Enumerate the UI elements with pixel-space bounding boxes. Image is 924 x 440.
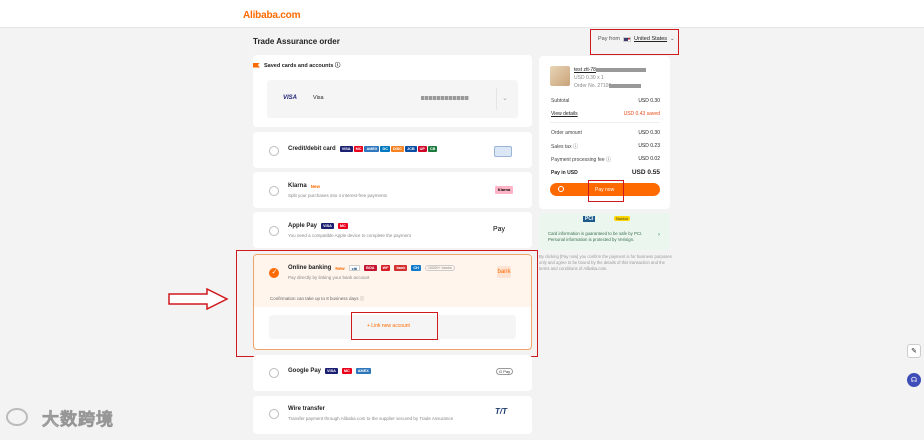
pay-in-label: Pay in USD xyxy=(551,170,578,176)
saved-card-name: Visa xyxy=(313,95,324,101)
redacted-block xyxy=(609,84,641,88)
new-badge: New xyxy=(310,183,320,189)
radio-credit-card[interactable] xyxy=(269,146,279,156)
radio-klarna[interactable] xyxy=(269,186,279,196)
feedback-icon[interactable]: ✎ xyxy=(907,344,921,358)
method-title-text: Apple Pay xyxy=(288,223,318,229)
masked-card-number xyxy=(421,96,469,100)
amex-icon: AMEX xyxy=(355,368,371,374)
visa-logo-icon: VISA xyxy=(283,95,298,101)
saved-visa-card[interactable] xyxy=(267,80,518,118)
pay-in-value: USD 0.55 xyxy=(631,169,660,176)
visa-icon: VISA xyxy=(325,368,338,374)
discover-icon: DISC xyxy=(390,146,405,152)
sales-tax-label: Sales tax ⓘ xyxy=(551,144,578,150)
method-title: Wire transfer xyxy=(288,406,325,412)
page-title: Trade Assurance order xyxy=(253,37,340,46)
processing-fee-label: Payment processing fee ⓘ xyxy=(551,157,612,163)
processing-fee-value: USD 0.02 xyxy=(638,156,660,162)
mastercard-icon: MC xyxy=(341,368,352,374)
payment-method-wire-transfer[interactable] xyxy=(253,396,532,434)
radio-google-pay[interactable] xyxy=(269,368,279,378)
mastercard-icon: MC xyxy=(353,146,364,152)
radio-wire-transfer[interactable] xyxy=(269,409,279,419)
clock-icon xyxy=(558,186,564,192)
saved-amount: USD 0.43 saved xyxy=(623,111,660,117)
support-icon[interactable]: ☊ xyxy=(907,373,921,387)
annotation-box-pay-from xyxy=(590,29,679,55)
saved-flag-icon xyxy=(253,62,260,68)
annotation-arrow-icon xyxy=(168,288,229,310)
sales-tax-value: USD 0.23 xyxy=(638,143,660,149)
annotation-box-pay-now xyxy=(588,180,624,202)
jcb-icon: JCB xyxy=(405,146,417,152)
klarna-logo-icon: Klarna xyxy=(495,186,513,194)
order-number: Order No. 27106 xyxy=(574,83,612,89)
top-bar: Alibaba.com xyxy=(0,0,924,28)
wire-transfer-logo-icon: T/T xyxy=(495,407,507,416)
method-subtitle: You need a compatible Apple device to co… xyxy=(288,233,411,238)
method-title: Credit/debit card VISA MC AMEX DC DISC J… xyxy=(288,146,438,152)
visa-icon: VISA xyxy=(339,146,353,152)
diners-icon: DC xyxy=(380,146,390,152)
method-subtitle: Split your purchases into 4 interest-fre… xyxy=(288,193,388,198)
chevron-right-icon[interactable]: › xyxy=(658,232,660,238)
unionpay-icon: UP xyxy=(417,146,427,152)
product-name[interactable]: test ztt-78 xyxy=(574,67,596,73)
pci-logo-icon: PCI xyxy=(583,216,596,222)
saved-cards-heading-text: Saved cards and accounts ⓘ xyxy=(264,63,341,69)
watermark-text: 大数跨境 xyxy=(42,410,114,430)
disclaimer-text: By clicking [Pay now] you confirm the pa… xyxy=(539,254,672,271)
chevron-down-icon[interactable]: ⌄ xyxy=(502,94,508,102)
norton-logo-icon: Norton xyxy=(614,216,631,221)
redacted-block xyxy=(596,68,646,72)
method-title: Apple Pay VISA MC xyxy=(288,223,348,229)
saved-cards-heading: Saved cards and accounts ⓘ xyxy=(253,61,340,69)
divider xyxy=(550,122,660,123)
card-icon xyxy=(494,146,512,157)
order-amount-label: Order amount xyxy=(551,130,582,136)
method-title: Google Pay VISA MC AMEX xyxy=(288,368,371,374)
subtotal-value: USD 0.30 xyxy=(638,98,660,104)
payment-method-klarna[interactable] xyxy=(253,172,532,208)
amex-icon: AMEX xyxy=(364,146,380,152)
method-title-text: Wire transfer xyxy=(288,406,325,412)
watermark-logo-icon xyxy=(6,408,28,426)
radio-apple-pay[interactable] xyxy=(269,226,279,236)
mastercard-icon: MC xyxy=(337,223,348,229)
method-title: Klarna New xyxy=(288,183,320,189)
google-pay-logo-icon: G Pay xyxy=(496,368,514,375)
annotation-box-online-banking xyxy=(236,250,538,357)
method-title-text: Klarna xyxy=(288,183,307,189)
method-title-text: Credit/debit card xyxy=(288,146,336,152)
annotation-box-link-account xyxy=(351,312,438,340)
apple-pay-logo-icon: Pay xyxy=(493,226,506,233)
payment-method-apple-pay[interactable] xyxy=(253,212,532,248)
cartes-bancaires-icon: CB xyxy=(427,146,438,152)
subtotal-label: Subtotal xyxy=(551,98,570,104)
divider xyxy=(496,88,497,110)
method-subtitle: Transfer payment through Alibaba.com to … xyxy=(288,416,454,421)
product-qty: USD 0.30 x 1 xyxy=(574,75,604,81)
card-brand-icons: VISA MC AMEX DC DISC JCB UP CB xyxy=(339,146,438,152)
view-details-link[interactable]: View details xyxy=(551,111,578,117)
method-title-text: Google Pay xyxy=(288,368,322,374)
product-thumbnail[interactable] xyxy=(550,66,570,86)
visa-icon: VISA xyxy=(321,223,334,229)
security-text: Card information is guaranteed to be saf… xyxy=(548,231,643,242)
alibaba-logo[interactable]: Alibaba.com xyxy=(243,10,300,21)
order-amount-value: USD 0.30 xyxy=(638,130,660,136)
